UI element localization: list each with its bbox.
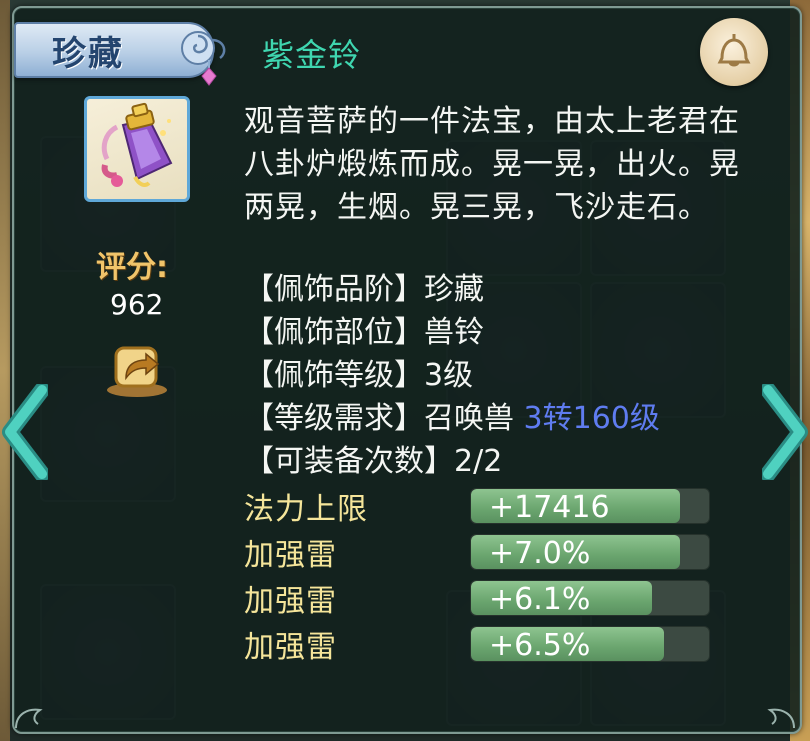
item-name: 紫金铃 bbox=[262, 36, 362, 74]
attribute-row: 【佩饰部位】兽铃 bbox=[244, 311, 660, 354]
stat-bar: +6.1% bbox=[470, 580, 710, 616]
stat-bar: +7.0% bbox=[470, 534, 710, 570]
stat-name: 法力上限 bbox=[244, 492, 368, 527]
stat-value: +6.1% bbox=[489, 582, 591, 616]
score-label: 评分: bbox=[96, 250, 168, 285]
corner-ornament-icon bbox=[767, 708, 795, 729]
attribute-text: 【佩饰品阶】珍藏 bbox=[244, 272, 484, 307]
corner-bell-button[interactable] bbox=[700, 18, 768, 86]
rarity-label: 珍藏 bbox=[52, 34, 124, 74]
attribute-text: 【佩饰部位】兽铃 bbox=[244, 315, 484, 350]
attribute-text: 【佩饰等级】3级 bbox=[244, 358, 474, 393]
stat-name: 加强雷 bbox=[244, 584, 337, 619]
attribute-row: 【佩饰等级】3级 bbox=[244, 354, 660, 397]
attribute-text: 【可装备次数】2/2 bbox=[244, 444, 503, 479]
chevron-left-icon[interactable] bbox=[2, 384, 48, 480]
score-value: 962 bbox=[110, 288, 164, 321]
frame-left-edge bbox=[0, 0, 10, 741]
bell-icon bbox=[717, 34, 751, 67]
rarity-banner: 珍藏 bbox=[14, 22, 226, 78]
item-icon-frame[interactable] bbox=[84, 96, 190, 202]
attribute-text: 【等级需求】召唤兽 bbox=[244, 401, 524, 436]
chevron-right-icon[interactable] bbox=[762, 384, 808, 480]
stat-value: +6.5% bbox=[489, 628, 591, 662]
attribute-list: 【佩饰品阶】珍藏 【佩饰部位】兽铃 【佩饰等级】3级 【等级需求】召唤兽 3转1… bbox=[244, 268, 660, 483]
share-icon[interactable] bbox=[104, 338, 170, 398]
attribute-row: 【佩饰品阶】珍藏 bbox=[244, 268, 660, 311]
purple-bell-icon bbox=[101, 102, 173, 187]
attribute-row: 【等级需求】召唤兽 3转160级 bbox=[244, 397, 660, 440]
pendant-gem-icon bbox=[201, 60, 217, 86]
attribute-row: 【可装备次数】2/2 bbox=[244, 440, 660, 483]
stat-bar: +17416 bbox=[470, 488, 710, 524]
item-description: 观音菩萨的一件法宝，由太上老君在八卦炉煅炼而成。晃一晃，出火。晃两晃，生烟。晃三… bbox=[244, 104, 740, 225]
stat-bar: +6.5% bbox=[470, 626, 710, 662]
level-requirement-highlight: 3转160级 bbox=[523, 401, 660, 436]
stat-value: +7.0% bbox=[489, 536, 591, 570]
corner-ornament-icon bbox=[15, 708, 43, 729]
stat-value: +17416 bbox=[489, 490, 610, 524]
stat-name: 加强雷 bbox=[244, 538, 337, 573]
stat-name: 加强雷 bbox=[244, 630, 337, 665]
